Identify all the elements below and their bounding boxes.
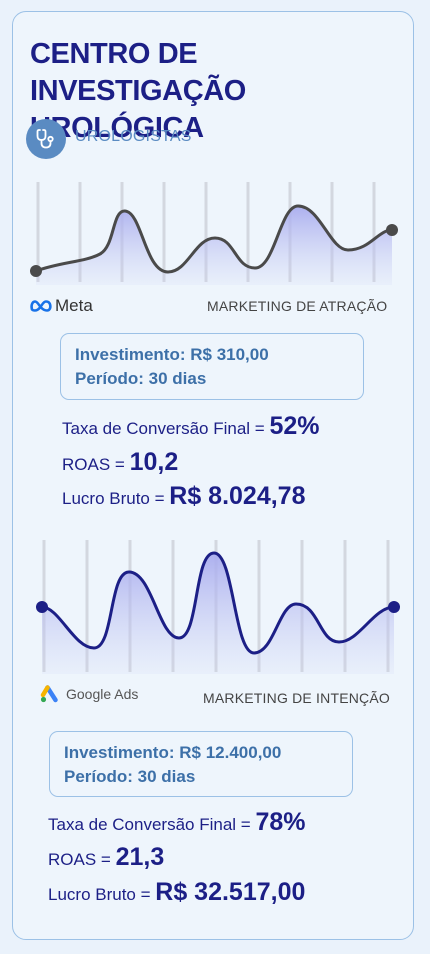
wave-graphic-atracao <box>30 182 398 285</box>
profit-stat-intencao: Lucro Bruto = R$ 32.517,00 <box>48 878 305 907</box>
investment-box-atracao: Investimento: R$ 310,00 Período: 30 dias <box>60 333 364 400</box>
title-line-1: CENTRO DE INVESTIGAÇÃO <box>30 38 246 107</box>
wave-graphic-intencao <box>36 540 400 674</box>
investment-text: Investimento: R$ 310,00 <box>75 345 269 364</box>
roas-value: 21,3 <box>115 843 165 871</box>
investment-box-intencao: Investimento: R$ 12.400,00 Período: 30 d… <box>49 731 353 797</box>
google-ads-brand: Google Ads <box>40 685 138 703</box>
conversion-value: 78% <box>255 808 306 836</box>
profit-stat-atracao: Lucro Bruto = R$ 8.024,78 <box>62 482 305 511</box>
section-label-intencao: MARKETING DE INTENÇÃO <box>203 690 390 706</box>
google-ads-logo-icon <box>40 685 58 703</box>
conversion-stat-intencao: Taxa de Conversão Final = 78% <box>48 808 305 837</box>
profit-label: Lucro Bruto = <box>48 885 151 904</box>
subtitle: UROLOGISTAS <box>75 128 192 145</box>
roas-stat-atracao: ROAS = 10,2 <box>62 448 178 477</box>
roas-stat-intencao: ROAS = 21,3 <box>48 843 164 872</box>
period-text: Período: 30 dias <box>64 767 196 786</box>
stethoscope-icon <box>26 119 66 159</box>
section-label-atracao: MARKETING DE ATRAÇÃO <box>207 298 388 314</box>
google-ads-brand-name: Google Ads <box>66 686 139 702</box>
meta-brand: Meta <box>29 296 93 316</box>
meta-brand-name: Meta <box>55 296 93 315</box>
investment-text: Investimento: R$ 12.400,00 <box>64 743 282 762</box>
conversion-label: Taxa de Conversão Final = <box>62 419 265 438</box>
period-text: Período: 30 dias <box>75 369 207 388</box>
conversion-stat-atracao: Taxa de Conversão Final = 52% <box>62 412 319 441</box>
profit-label: Lucro Bruto = <box>62 489 165 508</box>
roas-value: 10,2 <box>129 448 179 476</box>
conversion-value: 52% <box>269 412 320 440</box>
profit-value: R$ 8.024,78 <box>169 482 306 510</box>
roas-label: ROAS = <box>48 850 111 869</box>
profit-value: R$ 32.517,00 <box>155 878 306 906</box>
roas-label: ROAS = <box>62 455 125 474</box>
meta-logo-icon <box>30 300 52 312</box>
conversion-label: Taxa de Conversão Final = <box>48 815 251 834</box>
